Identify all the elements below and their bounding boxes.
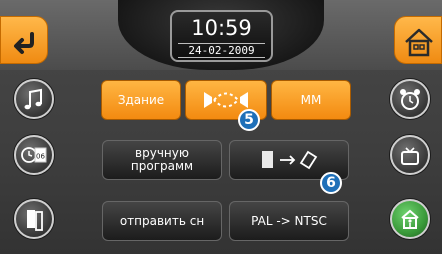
manual-program-button[interactable]: вручную программ <box>102 140 222 180</box>
svg-text:06: 06 <box>36 153 45 161</box>
send-label: отправить сн <box>119 213 205 228</box>
door-icon <box>27 210 43 231</box>
alarm-clock-icon <box>400 89 420 110</box>
callout-badge: 6 <box>320 172 342 194</box>
tv-icon <box>401 147 419 165</box>
time-display: 10:59 <box>191 16 252 40</box>
tv-button[interactable] <box>390 135 430 175</box>
back-button[interactable] <box>0 16 48 64</box>
music-note-icon <box>24 88 42 110</box>
music-button[interactable] <box>14 79 54 119</box>
pal-ntsc-button[interactable]: PAL -> NTSC <box>229 201 349 241</box>
exit-button[interactable] <box>390 199 430 239</box>
mm-button[interactable]: MM <box>271 80 351 120</box>
exit-icon <box>401 209 419 229</box>
screen: 10:59 24-02-2009 06 Здание MM вручную пр… <box>0 0 442 254</box>
pal-ntsc-label: PAL -> NTSC <box>251 213 327 228</box>
device-transfer-icon <box>262 150 318 170</box>
mm-label: MM <box>300 92 322 107</box>
home-icon <box>405 28 433 57</box>
door-button[interactable] <box>14 199 54 239</box>
building-label: Здание <box>117 92 165 107</box>
clock-frame: 10:59 24-02-2009 <box>170 10 273 62</box>
clock-calendar-icon: 06 <box>21 147 47 163</box>
back-arrow-icon <box>14 32 34 54</box>
manual-program-label: вручную программ <box>130 146 194 173</box>
alarm-button[interactable] <box>390 79 430 119</box>
callout-badge: 5 <box>238 109 260 131</box>
date-display: 24-02-2009 <box>178 43 265 58</box>
schedule-button[interactable]: 06 <box>14 135 54 175</box>
send-button[interactable]: отправить сн <box>102 201 222 241</box>
home-button[interactable] <box>394 16 442 64</box>
building-button[interactable]: Здание <box>101 80 181 120</box>
